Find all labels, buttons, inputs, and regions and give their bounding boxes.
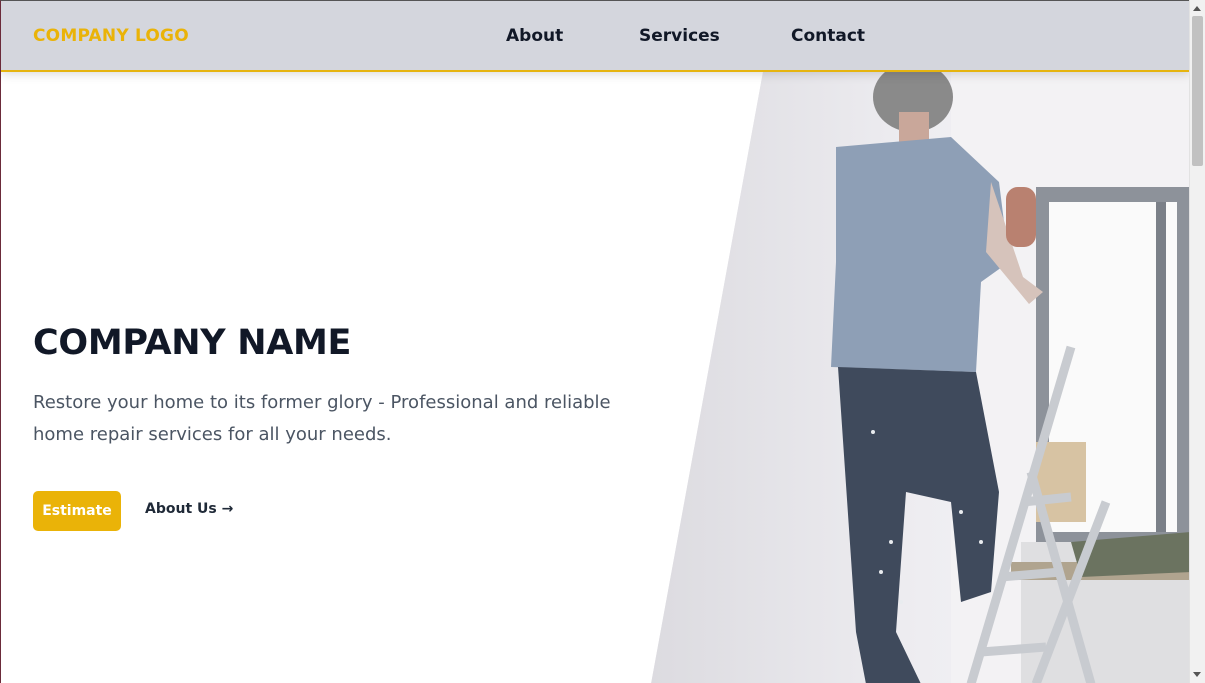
nav-services[interactable]: Services — [639, 26, 720, 46]
hero-description: Restore your home to its former glory - … — [33, 392, 611, 445]
page: COMPANY LOGO About Services Contact COMP… — [0, 0, 1189, 683]
estimate-button[interactable]: Estimate — [33, 491, 121, 531]
about-us-link[interactable]: About Us → — [145, 501, 233, 517]
nav-contact[interactable]: Contact — [791, 26, 865, 46]
scroll-up-arrow-icon[interactable] — [1193, 6, 1201, 11]
painter-photo-illustration — [651, 72, 1189, 683]
scroll-down-arrow-icon[interactable] — [1193, 672, 1201, 677]
hero-title: COMPANY NAME — [33, 323, 352, 363]
hero-image — [651, 72, 1189, 683]
site-header: COMPANY LOGO About Services Contact — [1, 1, 1189, 72]
vertical-scrollbar[interactable] — [1189, 0, 1205, 683]
nav-about[interactable]: About — [506, 26, 563, 46]
company-logo[interactable]: COMPANY LOGO — [33, 26, 189, 46]
scroll-thumb[interactable] — [1192, 16, 1203, 166]
